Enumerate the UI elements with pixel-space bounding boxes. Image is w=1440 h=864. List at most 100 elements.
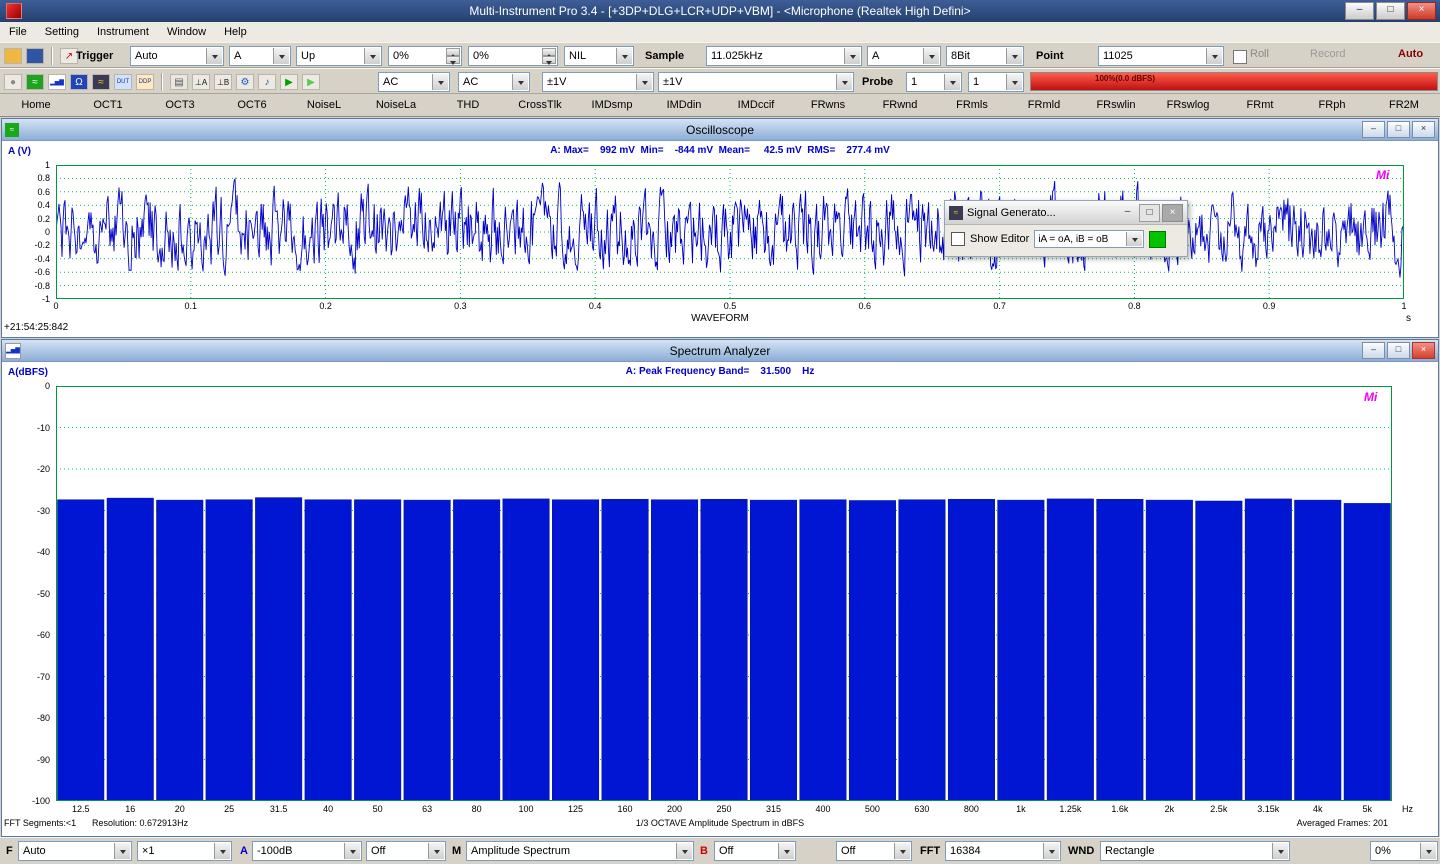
ddp-icon[interactable]: DDP [136,74,154,90]
sound-icon[interactable]: ♪ [258,74,276,90]
generator-run-button[interactable] [1149,231,1166,248]
spectrum-mode-combo[interactable]: Amplitude Spectrum [466,841,694,861]
play-icon[interactable]: ▶ [280,74,298,90]
app-maximize-button[interactable]: □ [1376,2,1405,20]
chevron-down-icon[interactable] [616,48,632,64]
probe-b-combo[interactable]: 1 [968,72,1024,92]
a-extra-combo[interactable]: Off [366,841,446,861]
chevron-down-icon[interactable] [844,48,860,64]
multimeter-icon[interactable]: Ω [70,74,88,90]
chevron-down-icon[interactable] [512,74,528,90]
tab-frmt[interactable]: FRmt [1224,94,1296,116]
window-function-combo[interactable]: Rectangle [1100,841,1290,861]
settings-wrench-icon[interactable]: ⚙ [236,74,254,90]
tab-noisela[interactable]: NoiseLa [360,94,432,116]
spectrum-titlebar[interactable]: ▂▅▇ Spectrum Analyzer – □ × [2,340,1438,362]
chevron-down-icon[interactable] [1272,843,1288,859]
chevron-down-icon[interactable] [923,48,939,64]
signal-generator-close-button[interactable]: × [1162,204,1183,222]
record-length-combo[interactable]: 11025 [1098,46,1224,66]
chevron-down-icon[interactable] [944,74,960,90]
oscilloscope-icon[interactable]: ≈ [26,74,44,90]
spin-up-icon[interactable] [542,48,556,56]
chevron-down-icon[interactable] [114,843,130,859]
a-range-combo[interactable]: -100dB [252,841,362,861]
oscilloscope-maximize-button[interactable]: □ [1387,121,1410,138]
stop-icon[interactable]: ● [4,74,22,90]
chevron-down-icon[interactable] [676,843,692,859]
trigger-edge-combo[interactable]: Up [296,46,382,66]
app-close-button[interactable]: × [1407,2,1436,20]
chevron-down-icon[interactable] [273,48,289,64]
tab-imdsmp[interactable]: IMDsmp [576,94,648,116]
b-extra-combo[interactable]: Off [836,841,912,861]
tab-oct6[interactable]: OCT6 [216,94,288,116]
probe-a-combo[interactable]: 1 [906,72,962,92]
tab-fr2m[interactable]: FR2M [1368,94,1440,116]
tab-frswlin[interactable]: FRswlin [1080,94,1152,116]
range-b-combo[interactable]: ±1V [658,72,854,92]
tab-imddin[interactable]: IMDdin [648,94,720,116]
chevron-down-icon[interactable] [1006,74,1022,90]
coupling-a-combo[interactable]: AC [378,72,450,92]
overlap-combo[interactable]: 0% [1370,841,1438,861]
app-minimize-button[interactable]: – [1345,2,1374,20]
menu-window[interactable]: Window [158,24,215,40]
signal-generator-titlebar[interactable]: ≈ Signal Generato... – □ × [945,201,1187,225]
tab-frwnd[interactable]: FRwnd [864,94,936,116]
tab-frwns[interactable]: FRwns [792,94,864,116]
spectrum-analyzer-icon[interactable]: ▂▅▇ [48,74,66,90]
menu-file[interactable]: File [0,24,36,40]
trigger-source-combo[interactable]: A [229,46,291,66]
run-icon[interactable]: ▶ [302,74,320,90]
spin-up-icon[interactable] [446,48,460,56]
menu-instrument[interactable]: Instrument [88,24,158,40]
menu-help[interactable]: Help [215,24,256,40]
signal-generator-icon[interactable]: ≈ [92,74,110,90]
tab-frph[interactable]: FRph [1296,94,1368,116]
tab-crosstlk[interactable]: CrossTlk [504,94,576,116]
chevron-down-icon[interactable] [428,843,444,859]
chevron-down-icon[interactable] [214,843,230,859]
spectrum-maximize-button[interactable]: □ [1387,342,1410,359]
calibration-a-icon[interactable]: ⊥A [192,74,210,90]
calibration-b-icon[interactable]: ⊥B [214,74,232,90]
multiplier-combo[interactable]: ×1 [137,841,232,861]
roll-checkbox[interactable] [1233,50,1247,64]
chevron-down-icon[interactable] [836,74,852,90]
auto-scale-button[interactable]: Auto [1398,48,1423,60]
dut-icon[interactable]: DUT [114,74,132,90]
chevron-down-icon[interactable] [1043,843,1059,859]
chevron-down-icon[interactable] [1006,48,1022,64]
tab-oct3[interactable]: OCT3 [144,94,216,116]
oscilloscope-minimize-button[interactable]: – [1362,121,1385,138]
spin-down-icon[interactable] [446,56,460,64]
tab-oct1[interactable]: OCT1 [72,94,144,116]
spectrum-minimize-button[interactable]: – [1362,342,1385,359]
trigger-reject-combo[interactable]: NIL [564,46,634,66]
frequency-axis-combo[interactable]: Auto [18,841,132,861]
signal-generator-restore-button[interactable]: □ [1139,204,1160,222]
chevron-down-icon[interactable] [1206,48,1222,64]
fft-size-combo[interactable]: 16384 [945,841,1061,861]
tab-frswlog[interactable]: FRswlog [1152,94,1224,116]
tab-home[interactable]: Home [0,94,72,116]
tab-frmls[interactable]: FRmls [936,94,1008,116]
routing-combo[interactable]: iA = oA, iB = oB [1034,230,1144,248]
trigger-mode-combo[interactable]: Auto [130,46,224,66]
sampling-bits-combo[interactable]: 8Bit [946,46,1024,66]
app-titlebar[interactable]: Multi-Instrument Pro 3.4 - [+3DP+DLG+LCR… [0,0,1440,22]
b-range-combo[interactable]: Off [714,841,796,861]
trigger-level-spinner[interactable]: 0% [388,46,462,66]
chevron-down-icon[interactable] [636,74,652,90]
chevron-down-icon[interactable] [206,48,222,64]
tab-frmld[interactable]: FRmld [1008,94,1080,116]
range-a-combo[interactable]: ±1V [542,72,654,92]
record-button[interactable]: Record [1310,48,1345,60]
coupling-b-combo[interactable]: AC [458,72,530,92]
tab-imdccif[interactable]: IMDccif [720,94,792,116]
menu-setting[interactable]: Setting [36,24,88,40]
spectrum-close-button[interactable]: × [1412,342,1435,359]
chevron-down-icon[interactable] [894,843,910,859]
chevron-down-icon[interactable] [364,48,380,64]
